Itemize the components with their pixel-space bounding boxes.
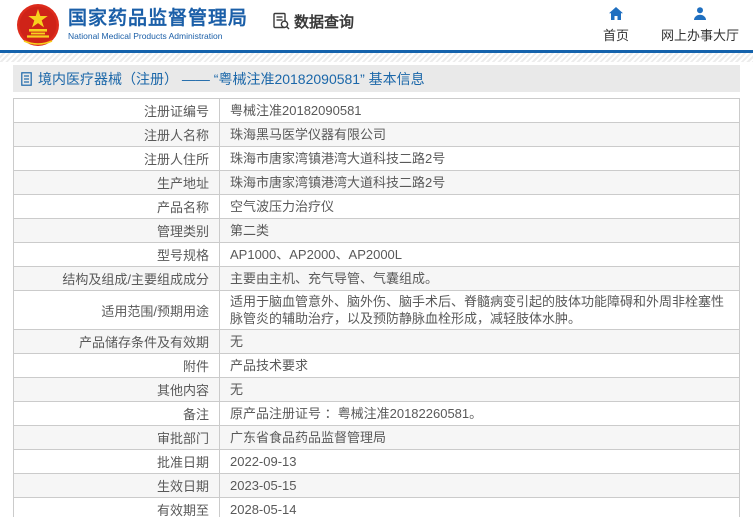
data-query-nav[interactable]: 数据查询	[272, 11, 354, 32]
row-label: 批准日期	[14, 450, 220, 473]
row-label: 产品储存条件及有效期	[14, 330, 220, 353]
row-label-text: 注册人住所	[143, 152, 209, 167]
row-value: 无	[230, 382, 244, 397]
row-label-text: 产品储存条件及有效期	[78, 335, 209, 350]
nav-service-hall-label: 网上办事大厅	[660, 28, 739, 43]
table-row: 型号规格 AP1000、AP2000、AP2000L	[14, 243, 739, 267]
row-label-text: 产品名称	[156, 200, 209, 215]
row-value: 第二类	[230, 223, 270, 238]
table-row: 注册人名称 珠海黑马医学仪器有限公司	[14, 123, 739, 147]
page-title-bar: 境内医疗器械（注册） —— “粤械注准20182090581” 基本信息	[13, 65, 740, 92]
row-label-text: 管理类别	[156, 224, 209, 239]
registration-info-table: 注册证编号 粤械注准20182090581 注册人名称 珠海黑马医学仪器有限公司 注册人…	[13, 98, 740, 517]
row-label: 管理类别	[14, 219, 220, 242]
row-label-text: 注册人名称	[143, 128, 209, 143]
row-value: 主要由主机、充气导管、气囊组成。	[230, 271, 439, 286]
nav-home[interactable]: 首页	[603, 6, 629, 44]
table-row: 附件 产品技术要求	[14, 354, 739, 378]
header-nav: 首页 网上办事大厅	[603, 6, 739, 44]
row-label: 有效期至	[14, 498, 220, 517]
row-value: 空气波压力治疗仪	[230, 199, 335, 214]
table-row: 注册人住所 珠海市唐家湾镇港湾大道科技二路2号	[14, 147, 739, 171]
table-row: 其他内容 无	[14, 378, 739, 402]
row-label-text: 有效期至	[156, 503, 209, 517]
row-label-text: 型号规格	[156, 248, 209, 263]
row-label-text: 结构及组成/主要组成成分	[62, 272, 209, 287]
row-label-text: 注册证编号	[143, 104, 209, 119]
row-label: 注册证编号	[14, 99, 220, 122]
row-label: 附件	[14, 354, 220, 377]
brand-text: 国家药品监督管理局 National Medical Products Admi…	[68, 8, 248, 42]
table-row: 生效日期 2023-05-15	[14, 474, 739, 498]
table-row: 有效期至 2028-05-14	[14, 498, 739, 517]
table-row: 审批部门 广东省食品药品监督管理局	[14, 426, 739, 450]
row-label: 其他内容	[14, 378, 220, 401]
row-label-text: 备注	[182, 407, 209, 422]
page-title: 境内医疗器械（注册） —— “粤械注准20182090581” 基本信息	[38, 70, 425, 87]
table-row: 管理类别 第二类	[14, 219, 739, 243]
row-value: 产品技术要求	[230, 358, 309, 373]
row-value: 2023-05-15	[230, 478, 297, 493]
table-row: 适用范围/预期用途 适用于脑血管意外、脑外伤、脑手术后、脊髓病变引起的肢体功能障碍…	[14, 291, 739, 330]
table-row: 注册证编号 粤械注准20182090581	[14, 99, 739, 123]
row-label: 备注	[14, 402, 220, 425]
row-value: 珠海黑马医学仪器有限公司	[230, 127, 387, 142]
national-emblem-logo	[17, 4, 59, 46]
row-value: 珠海市唐家湾镇港湾大道科技二路2号	[230, 151, 446, 166]
row-label: 注册人名称	[14, 123, 220, 146]
home-icon	[608, 7, 623, 20]
row-value: AP1000、AP2000、AP2000L	[230, 247, 403, 262]
header: 国家药品监督管理局 National Medical Products Admi…	[0, 0, 753, 50]
row-value: 适用于脑血管意外、脑外伤、脑手术后、脊髓病变引起的肢体功能障碍和外周非栓塞性脉管…	[230, 294, 725, 326]
row-value: 2022-09-13	[230, 454, 297, 469]
row-value: 珠海市唐家湾镇港湾大道科技二路2号	[230, 175, 446, 190]
nav-service-hall[interactable]: 网上办事大厅	[661, 6, 739, 44]
row-label-text: 审批部门	[156, 431, 209, 446]
row-label: 生效日期	[14, 474, 220, 497]
row-label-text: 生产地址	[156, 176, 209, 191]
row-label-text: 其他内容	[156, 383, 209, 398]
nav-home-label: 首页	[602, 28, 629, 43]
row-value: 原产品注册证号 ：粤械注准20182260581。	[230, 406, 483, 421]
row-label: 生产地址	[14, 171, 220, 194]
table-row: 备注 原产品注册证号 ：粤械注准20182260581。	[14, 402, 739, 426]
row-label: 结构及组成/主要组成成分	[14, 267, 220, 290]
brand: 国家药品监督管理局 National Medical Products Admi…	[16, 3, 248, 47]
row-label-text: 生效日期	[156, 479, 209, 494]
row-value: 2028-05-14	[230, 502, 297, 517]
site-subtitle: National Medical Products Administration	[68, 31, 223, 42]
row-label-text: 适用范围/预期用途	[101, 303, 209, 319]
row-label: 产品名称	[14, 195, 220, 218]
table-row: 生产地址 珠海市唐家湾镇港湾大道科技二路2号	[14, 171, 739, 195]
document-icon	[21, 71, 32, 86]
hatch-strip	[0, 53, 753, 62]
row-label: 注册人住所	[14, 147, 220, 170]
data-query-label: 数据查询	[294, 13, 355, 31]
row-label-text: 批准日期	[156, 455, 209, 470]
row-label: 适用范围/预期用途	[14, 291, 220, 329]
document-search-icon	[273, 12, 290, 30]
person-icon	[693, 7, 706, 20]
row-label-text: 附件	[182, 359, 209, 374]
table-row: 批准日期 2022-09-13	[14, 450, 739, 474]
row-label: 型号规格	[14, 243, 220, 266]
row-value: 无	[230, 334, 244, 349]
row-label: 审批部门	[14, 426, 220, 449]
table-row: 产品储存条件及有效期 无	[14, 330, 739, 354]
site-title: 国家药品监督管理局	[68, 8, 249, 30]
table-row: 产品名称 空气波压力治疗仪	[14, 195, 739, 219]
row-value: 粤械注准20182090581	[230, 103, 362, 118]
table-row: 结构及组成/主要组成成分 主要由主机、充气导管、气囊组成。	[14, 267, 739, 291]
row-value: 广东省食品药品监督管理局	[230, 430, 387, 445]
